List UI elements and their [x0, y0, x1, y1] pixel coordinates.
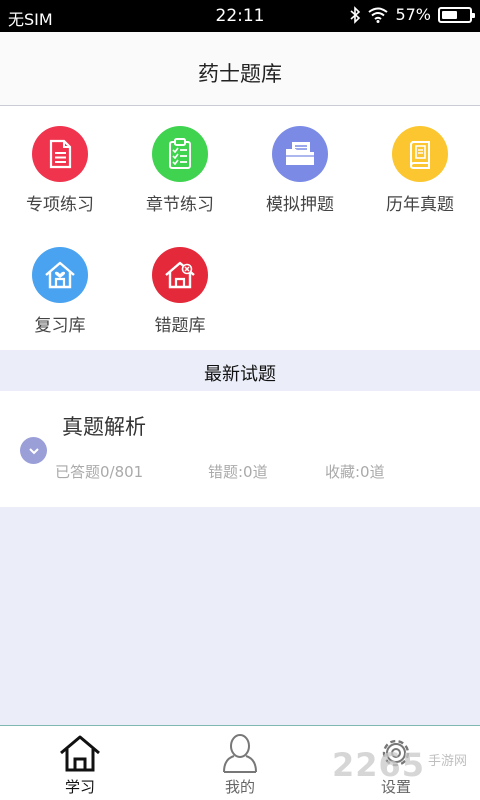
app-header: 药士题库 — [0, 32, 480, 106]
grid-item-chapter-practice[interactable]: 章节练习 — [120, 126, 240, 236]
grid-label: 复习库 — [34, 316, 86, 336]
tab-label: 我的 — [224, 778, 255, 796]
grid-circle — [32, 126, 88, 182]
expand-button[interactable] — [20, 437, 47, 464]
status-bar: 无SIM 22:11 57% — [0, 0, 480, 32]
battery-icon — [438, 6, 475, 23]
content-area — [0, 507, 480, 725]
tab-study[interactable]: 学习 — [0, 726, 160, 800]
page-title: 药士题库 — [198, 62, 282, 86]
latest-exams-section: 最新试题 — [0, 350, 480, 391]
grid-item-mock-exam[interactable]: 模拟押题 — [240, 126, 360, 236]
grid-label: 专项练习 — [26, 195, 94, 215]
exam-card[interactable]: 真题解析 已答题0/801 错题:0道 收藏:0道 — [0, 391, 480, 507]
grid-item-review-library[interactable]: 复习库 — [0, 247, 120, 357]
house-heart-icon — [45, 261, 75, 289]
grid-item-past-exams[interactable]: 历年真题 — [360, 126, 480, 236]
chevron-down-icon — [28, 447, 39, 454]
clipboard-checklist-icon — [169, 138, 191, 169]
battery-percent: 57% — [395, 5, 431, 24]
tab-label: 学习 — [64, 778, 95, 796]
grid-label: 历年真题 — [386, 195, 454, 215]
grid-circle — [272, 126, 328, 182]
section-title: 最新试题 — [204, 364, 276, 385]
grid-item-wrong-questions[interactable]: 错题库 — [120, 247, 240, 357]
house-x-icon — [165, 261, 195, 289]
book-icon — [410, 141, 430, 169]
user-icon — [223, 734, 257, 773]
watermark-logo: 2265 — [332, 746, 426, 784]
wrong-count: 错题:0道 — [208, 463, 268, 481]
grid-label: 模拟押题 — [266, 195, 334, 215]
tab-mine[interactable]: 我的 — [160, 726, 320, 800]
bluetooth-icon — [350, 5, 361, 24]
grid-label: 错题库 — [154, 316, 206, 336]
favorite-count: 收藏:0道 — [325, 463, 385, 481]
watermark-caption: 手游网 — [428, 754, 468, 769]
folder-icon — [286, 142, 314, 165]
grid-circle — [152, 126, 208, 182]
battery-level — [442, 10, 457, 19]
grid-circle — [32, 247, 88, 303]
document-icon — [49, 139, 72, 169]
grid-item-special-practice[interactable]: 专项练习 — [0, 126, 120, 236]
status-icons: 57% — [349, 5, 475, 24]
grid-label: 章节练习 — [146, 195, 214, 215]
answered-count: 已答题0/801 — [55, 463, 144, 481]
exam-name: 真题解析 — [62, 415, 146, 439]
home-icon — [60, 735, 100, 772]
grid-circle — [152, 247, 208, 303]
grid-circle — [392, 126, 448, 182]
wifi-icon — [368, 7, 389, 23]
